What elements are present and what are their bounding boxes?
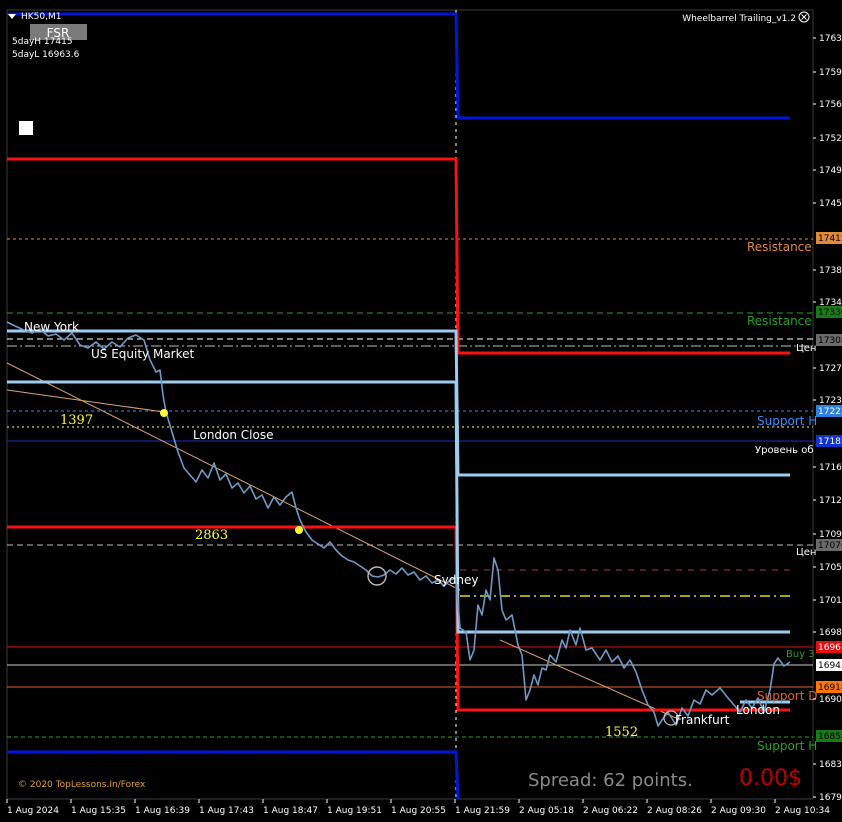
plot-frame (6, 9, 814, 800)
label-support-blue: Support H (757, 414, 817, 428)
price-tick-label: 17163 (819, 463, 842, 473)
price-tick-label: 17126 (819, 496, 842, 506)
trend-line-upper (6, 362, 461, 591)
count-1: 1397 (60, 413, 93, 428)
price-tick-label: 17272 (819, 364, 842, 374)
indicator-name: Wheelbarrel Trailing_v1.2 (682, 14, 796, 24)
price-tag-label: 17222 (818, 407, 842, 417)
five-day-high: 5dayH 17415 (12, 37, 73, 47)
time-tick-label: 2 Aug 05:18 (519, 806, 574, 816)
count-3: 1552 (605, 725, 638, 740)
price-tag-label: 16967 (818, 643, 842, 653)
label-buy: Buy 3 (786, 649, 815, 660)
price-tick-label: 17490 (819, 166, 842, 176)
time-tick-label: 2 Aug 08:26 (647, 806, 702, 816)
label-us-equity: US Equity Market (91, 347, 195, 361)
label-resistance-orange: Resistance (747, 240, 812, 254)
label-level-ob: Уровень об (755, 445, 814, 456)
count-2: 2863 (195, 528, 228, 543)
price-tick-label: 17053 (819, 563, 842, 573)
blue-level-upper (7, 12, 790, 120)
dropdown-arrow-icon[interactable] (8, 14, 16, 19)
price-tick-label: 17016 (819, 596, 842, 606)
price-tick-label: 17453 (819, 199, 842, 209)
price-tag-label: 17076 (818, 541, 842, 551)
time-tick-label: 1 Aug 19:51 (327, 806, 382, 816)
time-tick-label: 2 Aug 10:34 (775, 806, 830, 816)
price-tag-label: 17185 (818, 437, 842, 447)
spread-text: Spread: 62 points. (528, 770, 693, 791)
label-center-mid: Цен (796, 547, 816, 558)
label-support-orange: Support D (757, 689, 818, 703)
price-tick-label: 16907 (819, 695, 842, 705)
label-london: London (736, 703, 780, 717)
time-tick-label: 1 Aug 17:43 (199, 806, 254, 816)
label-support-green: Support H (757, 739, 817, 753)
five-day-low: 5dayL 16963.6 (12, 50, 80, 60)
label-sydney: Sydney (434, 573, 478, 587)
price-tag-label: 17330 (818, 308, 842, 318)
price-tick-label: 16798 (819, 793, 842, 803)
white-checkbox[interactable] (19, 121, 33, 135)
price-tick-label: 17563 (819, 100, 842, 110)
blue-level-lower (7, 750, 460, 800)
price-tag-label: 16858 (818, 732, 842, 742)
time-axis: 1 Aug 2024 1 Aug 15:35 1 Aug 16:39 1 Aug 17… (6, 799, 830, 816)
price-tick-label: 17635 (819, 34, 842, 44)
price-chart[interactable]: HK50,M1 FSR 5dayH 17415 5dayL 16963.6 Wh… (0, 0, 842, 822)
marker-yellow-1 (160, 409, 168, 417)
price-tick-label: 17381 (819, 266, 842, 276)
price-tick-label: 17236 (819, 396, 842, 406)
lightblue-level-lower (7, 380, 790, 634)
price-tag-label: 17308 (818, 336, 842, 346)
label-new-york: New York (24, 320, 79, 334)
price-tick-label: 16980 (819, 628, 842, 638)
price-tick-label: 17090 (819, 530, 842, 540)
time-tick-label: 1 Aug 18:47 (263, 806, 318, 816)
price-tick-label: 17526 (819, 134, 842, 144)
price-tag-label: 16918 (818, 683, 842, 693)
time-tick-label: 2 Aug 09:30 (711, 806, 766, 816)
label-resistance-green: Resistance (747, 314, 812, 328)
symbol-label: HK50,M1 (21, 12, 61, 22)
time-tick-label: 1 Aug 2024 (7, 806, 59, 816)
red-level-lower (7, 525, 790, 712)
time-tick-label: 1 Aug 15:35 (71, 806, 126, 816)
time-tick-label: 1 Aug 16:39 (135, 806, 190, 816)
time-tick-label: 2 Aug 06:22 (583, 806, 638, 816)
label-frankfurt: Frankfurt (675, 713, 730, 727)
label-london-close: London Close (193, 428, 274, 442)
pnl-text: 0.00$ (739, 766, 802, 791)
trend-line-lower (6, 389, 165, 413)
price-tag-label: 17415 (818, 234, 842, 244)
price-tick-label: 16834 (819, 760, 842, 770)
price-tag-label: 16943 (818, 661, 842, 671)
price-tick-label: 17599 (819, 68, 842, 78)
price-tags: 17415 17330 17308 17222 17185 17076 16967 16943… (816, 232, 842, 742)
time-tick-label: 1 Aug 21:59 (455, 806, 510, 816)
copyright: © 2020 TopLessons.In/Forex (18, 780, 146, 790)
marker-yellow-2 (295, 526, 303, 534)
label-center-top: Цен (796, 343, 816, 354)
red-level-upper (7, 157, 790, 355)
time-tick-label: 1 Aug 20:55 (391, 806, 446, 816)
